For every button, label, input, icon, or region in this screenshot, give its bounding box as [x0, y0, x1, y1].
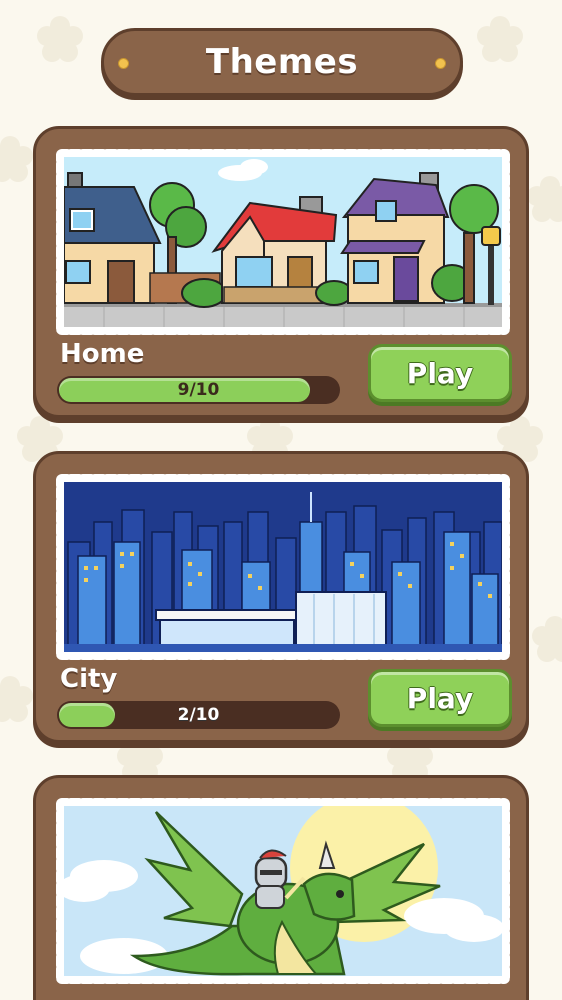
theme-name: City: [60, 664, 118, 694]
progress-bar: 9/10: [57, 376, 340, 404]
theme-card-home: Home 9/10 Play: [33, 126, 529, 418]
theme-stamp-image: [52, 145, 514, 339]
play-button-home[interactable]: Play: [368, 344, 512, 402]
theme-card-dragon: [33, 775, 529, 1000]
theme-card-city: City 2/10 Play: [33, 451, 529, 743]
banner-rivet-icon: [118, 58, 129, 69]
themes-title-banner: Themes: [101, 28, 463, 96]
houses-illustration: [64, 157, 502, 327]
theme-name: Home: [60, 339, 145, 369]
banner-rivet-icon: [435, 58, 446, 69]
theme-stamp-image: [52, 794, 514, 988]
play-button-city[interactable]: Play: [368, 669, 512, 727]
progress-label: 9/10: [177, 380, 220, 400]
theme-stamp-image: [52, 470, 514, 664]
city-skyline-illustration: [64, 482, 502, 652]
progress-bar: 2/10: [57, 701, 340, 729]
dragon-knight-illustration: [64, 806, 502, 976]
progress-label: 2/10: [177, 705, 220, 725]
page-title: Themes: [205, 42, 359, 82]
